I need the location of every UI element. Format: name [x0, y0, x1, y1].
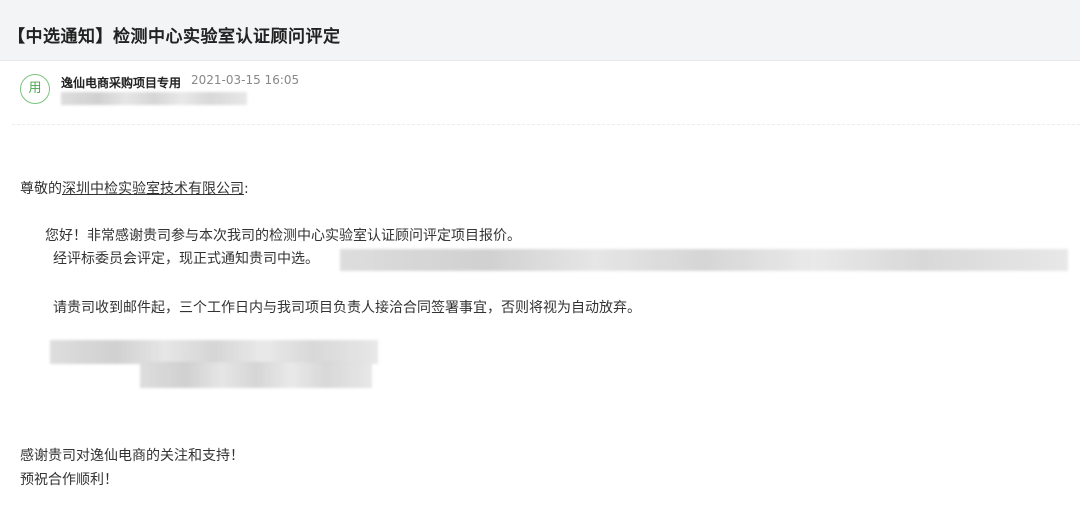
paragraph-instructions: 请贵司收到邮件起，三个工作日内与我司项目负责人接洽合同签署事宜，否则将视为自动放…	[53, 300, 641, 316]
closing-thanks: 感谢贵司对逸仙电商的关注和支持！	[20, 448, 244, 464]
header-divider	[12, 124, 1080, 125]
redacted-contact-line-1	[50, 340, 378, 364]
paragraph-thanks: 您好！非常感谢贵司参与本次我司的检测中心实验室认证顾问评定项目报价。	[45, 228, 521, 244]
redacted-contact-line-2	[140, 362, 372, 388]
email-subject: 【中选通知】检测中心实验室认证顾问评定	[8, 27, 341, 47]
greeting-suffix: :	[244, 181, 249, 197]
greeting-prefix: 尊敬的	[20, 181, 62, 197]
email-header-bar: 【中选通知】检测中心实验室认证顾问评定	[0, 0, 1080, 61]
paragraph-selected: 经评标委员会评定，现正式通知贵司中选。	[53, 251, 319, 267]
company-link[interactable]: 深圳中检实验室技术有限公司	[62, 181, 244, 197]
greeting-line: 尊敬的深圳中检实验室技术有限公司:	[20, 178, 249, 198]
closing-wishes: 预祝合作顺利！	[20, 472, 118, 488]
redacted-text-line	[340, 249, 1068, 271]
redacted-sender-address	[61, 92, 247, 105]
sender-name[interactable]: 逸仙电商采购项目专用	[61, 74, 181, 91]
sender-avatar[interactable]: 用	[20, 74, 50, 104]
sent-time: 2021-03-15 16:05	[191, 73, 300, 87]
